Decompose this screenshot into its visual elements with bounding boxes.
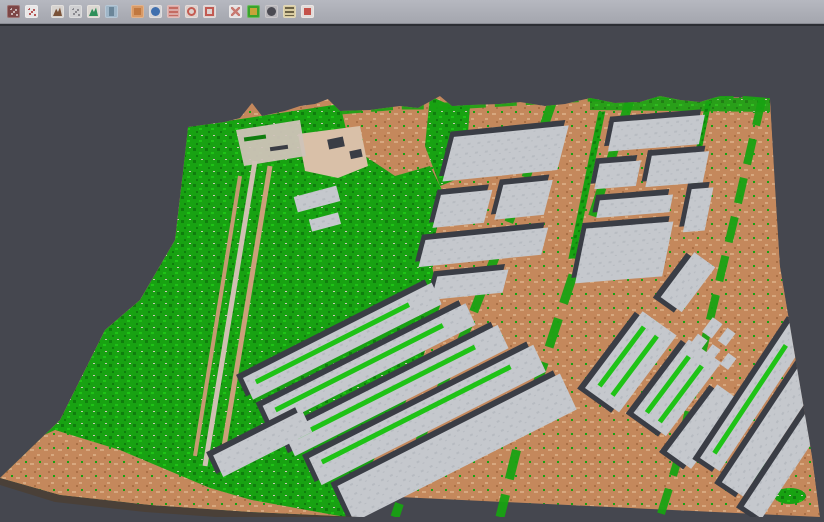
classification-map-icon[interactable] (247, 5, 260, 18)
viewport-3d[interactable] (0, 26, 824, 517)
viewport (0, 26, 824, 517)
dem-hill-icon[interactable] (87, 5, 100, 18)
measure-tag-icon[interactable] (283, 5, 296, 18)
circle-target-icon[interactable] (185, 5, 198, 18)
dark-globe-icon[interactable] (265, 5, 278, 18)
clip-cross-icon[interactable] (229, 5, 242, 18)
globe-icon[interactable] (149, 5, 162, 18)
terrain-icon[interactable] (51, 5, 64, 18)
extent-brackets-icon[interactable] (203, 5, 216, 18)
profile-panel-icon[interactable] (105, 5, 118, 18)
classified-points-icon[interactable] (25, 5, 38, 18)
thin-points-icon[interactable] (69, 5, 82, 18)
point-cloud-icon[interactable] (7, 5, 20, 18)
ortho-square-icon[interactable] (131, 5, 144, 18)
flag-small-icon[interactable] (301, 5, 314, 18)
striped-layers-icon[interactable] (167, 5, 180, 18)
toolbar (0, 0, 824, 24)
